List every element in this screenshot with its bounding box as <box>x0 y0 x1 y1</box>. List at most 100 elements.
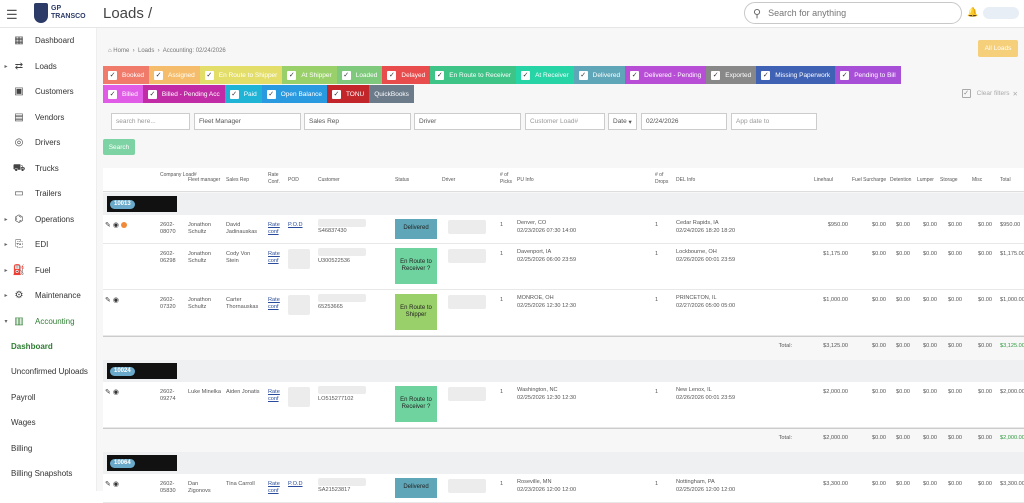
sidebar-subitem-payroll[interactable]: Payroll <box>0 385 96 411</box>
sidebar-item-vendors[interactable]: ▤ Vendors <box>0 105 96 131</box>
chip-checkbox[interactable]: ✓ <box>154 70 164 80</box>
clear-filters-checkbox[interactable]: ✓ <box>961 89 971 98</box>
pod-link[interactable]: P.O.D <box>288 481 308 488</box>
chip-checkbox[interactable]: ✓ <box>630 70 640 80</box>
status-chip-assigned[interactable]: ✓ Assigned <box>149 66 200 84</box>
sidebar-subitem-wages[interactable]: Wages <box>0 411 96 437</box>
group-id-badge[interactable]: 10064 <box>110 459 135 468</box>
chip-checkbox[interactable]: ✓ <box>521 70 531 80</box>
sidebar-item-fuel[interactable]: ▸ ⛽ Fuel <box>0 258 96 284</box>
pod-link[interactable]: P.O.D <box>288 222 308 229</box>
column-header[interactable]: Customer <box>318 177 358 184</box>
close-icon[interactable]: ✕ <box>1013 90 1018 98</box>
status-badge[interactable]: Delivered <box>395 478 437 498</box>
menu-icon[interactable]: ☰ <box>6 7 18 23</box>
table-row[interactable]: ✎ ◉ 2602-07320 Jonathon Schultz Carter Thorn… <box>103 290 1024 336</box>
sales-rep-select[interactable]: Sales Rep <box>304 113 411 130</box>
column-header[interactable]: Fleet manager <box>188 177 228 184</box>
status-chip-billed-pending-acc[interactable]: ✓ Billed - Pending Acc <box>142 85 225 103</box>
chip-checkbox[interactable]: ✓ <box>387 70 397 80</box>
all-loads-button[interactable]: All Loads <box>978 40 1018 57</box>
chip-checkbox[interactable]: ✓ <box>761 70 771 80</box>
status-chip-delayed[interactable]: ✓ Delayed <box>382 66 431 84</box>
chip-checkbox[interactable]: ✓ <box>108 70 117 80</box>
chip-checkbox[interactable]: ✓ <box>435 70 445 80</box>
sidebar-item-dashboard[interactable]: ▦ Dashboard <box>0 28 96 54</box>
search-button[interactable]: Search <box>103 139 135 155</box>
chip-checkbox[interactable]: ✓ <box>341 70 351 80</box>
column-header[interactable]: Linehaul <box>814 177 854 184</box>
rate-conf-link[interactable]: Rate conf <box>268 222 286 236</box>
chip-checkbox[interactable]: ✓ <box>578 70 588 80</box>
table-row[interactable]: 2602-06298 Jonathon Schultz Cody Von Stein… <box>103 244 1024 290</box>
sidebar-subitem-unconfirmed-uploads[interactable]: Unconfirmed Uploads <box>0 360 96 386</box>
status-chip-booked[interactable]: ✓ Booked <box>103 66 150 84</box>
company-load-number[interactable]: 2602-07320 <box>160 297 182 311</box>
chip-checkbox[interactable]: ✓ <box>840 70 850 80</box>
sidebar-item-accounting[interactable]: ▾ ▥ Accounting <box>0 309 96 335</box>
status-chip-en-route-to-shipper[interactable]: ✓ En Route to Shipper <box>199 66 283 84</box>
status-chip-billed[interactable]: ✓ Billed <box>103 85 143 103</box>
sidebar-subitem-dashboard[interactable]: Dashboard <box>0 334 96 360</box>
column-header[interactable]: Total <box>1000 177 1024 184</box>
column-header[interactable]: Fuel Surcharge <box>852 177 892 184</box>
customer-load-field[interactable]: Customer Load# <box>525 113 605 130</box>
chip-checkbox[interactable]: ✓ <box>147 89 157 99</box>
status-badge[interactable]: Delivered <box>395 219 437 239</box>
column-header[interactable]: Status <box>395 177 435 184</box>
rate-conf-link[interactable]: Rate conf <box>268 481 286 495</box>
column-header[interactable]: Rate Conf. <box>268 172 282 186</box>
rate-conf-link[interactable]: Rate conf <box>268 297 286 311</box>
sidebar-item-customers[interactable]: ▣ Customers <box>0 79 96 105</box>
date-type-select[interactable]: Date ▾ <box>608 113 637 130</box>
status-chip-open-balance[interactable]: ✓ Open Balance <box>261 85 327 103</box>
chip-checkbox[interactable]: ✓ <box>266 89 276 99</box>
chip-checkbox[interactable]: ✓ <box>108 89 117 99</box>
sidebar-item-loads[interactable]: ▸ ⇄ Loads <box>0 54 96 80</box>
table-row[interactable]: ✎ ◉ 2602-08070 Jonathon Schultz David Jadina… <box>103 215 1024 244</box>
avatar[interactable] <box>983 7 1019 19</box>
search-field[interactable]: search here... <box>111 113 190 130</box>
chip-checkbox[interactable]: ✓ <box>331 89 341 99</box>
status-chip-en-route-to-receiver[interactable]: ✓ En Route to Receiver <box>430 66 517 84</box>
edit-icon[interactable]: ✎ <box>105 296 111 304</box>
company-load-number[interactable]: 2602-09274 <box>160 389 182 403</box>
column-header[interactable]: DEL Info <box>676 177 716 184</box>
rate-conf-link[interactable]: Rate conf <box>268 389 286 403</box>
status-chip-delivered[interactable]: ✓ Delivered <box>573 66 626 84</box>
rate-conf-link[interactable]: Rate conf <box>268 251 286 265</box>
breadcrumb-home[interactable]: Home <box>113 48 129 54</box>
clear-filters[interactable]: ✓ Clear filters ✕ <box>961 89 1018 98</box>
status-chip-loaded[interactable]: ✓ Loaded <box>336 66 383 84</box>
chip-checkbox[interactable]: ✓ <box>711 70 721 80</box>
company-load-number[interactable]: 2602-06298 <box>160 251 182 265</box>
edit-icon[interactable]: ✎ <box>105 480 111 488</box>
column-header[interactable]: Driver <box>442 177 482 184</box>
status-chip-delivered-pending[interactable]: ✓ Delivered - Pending <box>625 66 707 84</box>
chip-checkbox[interactable]: ✓ <box>204 70 214 80</box>
view-icon[interactable]: ◉ <box>113 221 119 229</box>
status-chip-tonu[interactable]: ✓ TONU <box>326 85 370 103</box>
chip-checkbox[interactable]: ✓ <box>229 89 239 99</box>
column-header[interactable]: # of Picks <box>500 172 514 186</box>
status-chip-pending-to-bill[interactable]: ✓ Pending to Bill <box>835 66 901 84</box>
column-header[interactable]: # of Drops <box>655 172 669 186</box>
view-icon[interactable]: ◉ <box>113 388 119 396</box>
global-search[interactable]: ⚲ <box>744 2 962 24</box>
home-icon[interactable]: ⌂ <box>108 48 112 54</box>
group-id-badge[interactable]: 10013 <box>110 200 135 209</box>
status-badge[interactable]: En Route to Receiver ? <box>395 248 437 284</box>
status-chip-missing-paperwork[interactable]: ✓ Missing Paperwork <box>756 66 836 84</box>
status-badge[interactable]: En Route to Receiver ? <box>395 386 437 422</box>
sidebar-item-trucks[interactable]: ⛟ Trucks <box>0 156 96 182</box>
sidebar-item-maintenance[interactable]: ▸ ⚙ Maintenance <box>0 283 96 309</box>
date-to-field[interactable]: App date to <box>731 113 817 130</box>
bell-icon[interactable]: 🔔 <box>967 7 978 18</box>
sidebar-item-trailers[interactable]: ▭ Trailers <box>0 181 96 207</box>
breadcrumb-loads[interactable]: Loads <box>138 48 154 54</box>
view-icon[interactable]: ◉ <box>113 480 119 488</box>
logo[interactable]: GP TRANSCO <box>34 3 86 23</box>
edit-icon[interactable]: ✎ <box>105 221 111 229</box>
alert-icon[interactable] <box>120 222 127 228</box>
status-chip-exported[interactable]: ✓ Exported <box>706 66 757 84</box>
